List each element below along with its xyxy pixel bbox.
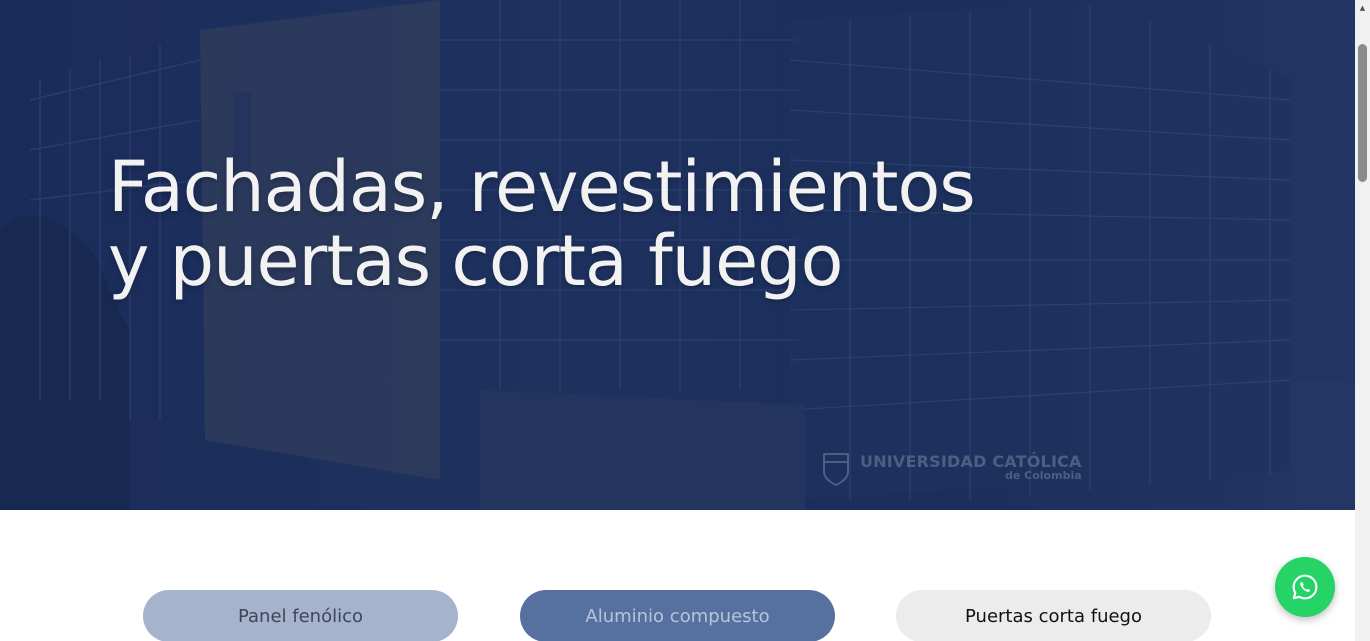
university-sign: UNIVERSIDAD CATÓLICA de Colombia <box>822 452 1082 486</box>
whatsapp-icon <box>1292 574 1318 600</box>
hero-banner: Fachadas, revestimientos y puertas corta… <box>0 0 1355 510</box>
scrollbar-thumb[interactable] <box>1358 44 1367 182</box>
hero-title-line-1: Fachadas, revestimientos <box>108 146 976 228</box>
tab-aluminio-compuesto[interactable]: Aluminio compuesto <box>520 590 835 641</box>
vertical-scrollbar[interactable]: ▲ <box>1355 0 1370 641</box>
whatsapp-button[interactable] <box>1275 557 1335 617</box>
page: Fachadas, revestimientos y puertas corta… <box>0 0 1370 641</box>
shield-icon <box>823 453 849 486</box>
tab-panel-fenolico[interactable]: Panel fenólico <box>143 590 458 641</box>
hero-title-line-2: y puertas corta fuego <box>108 220 843 302</box>
product-tabs: Panel fenólico Aluminio compuesto Puerta… <box>0 510 1355 641</box>
scroll-up-arrow-icon[interactable]: ▲ <box>1355 0 1370 15</box>
hero-title: Fachadas, revestimientos y puertas corta… <box>108 146 976 302</box>
tab-puertas-corta-fuego[interactable]: Puertas corta fuego <box>896 590 1211 641</box>
sign-sub-text: de Colombia <box>1004 469 1082 482</box>
